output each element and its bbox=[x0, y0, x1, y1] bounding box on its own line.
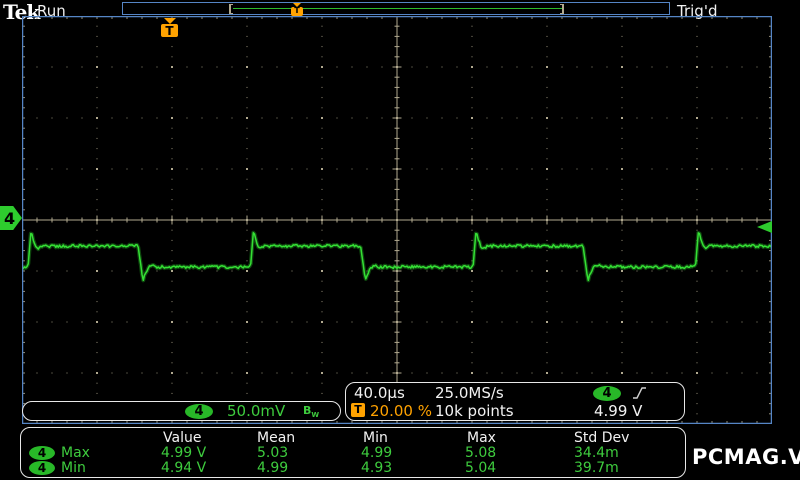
col-header-max: Max bbox=[467, 430, 496, 446]
meas-stddev: 39.7m bbox=[574, 460, 619, 476]
channel-number: 4 bbox=[194, 404, 204, 419]
record-length-value: 10k points bbox=[435, 402, 514, 420]
trigger-t-icon: T bbox=[161, 24, 178, 37]
channel-4-badge: 4 bbox=[185, 404, 213, 419]
trigger-position-marker: T bbox=[161, 18, 178, 37]
trigger-level-arrow-icon bbox=[757, 221, 772, 233]
measurement-table: Value Mean Min Max Std Dev 4 Max 4.99 V … bbox=[20, 427, 686, 478]
record-view-bar bbox=[122, 2, 670, 15]
timebase-value: 40.0µs bbox=[354, 384, 405, 402]
meas-row-channel-badge: 4 bbox=[29, 461, 55, 475]
trigger-source-badge: 4 bbox=[593, 386, 621, 401]
meas-value: 4.94 V bbox=[161, 460, 207, 476]
horizontal-trigger-readout: 40.0µs 25.0MS/s 4 T 20.00 % 10k points 4… bbox=[345, 382, 685, 421]
channel-number: 4 bbox=[37, 461, 47, 475]
channel-4-position-marker: 4 bbox=[0, 206, 22, 230]
meas-stddev: 34.4m bbox=[574, 445, 619, 461]
meas-min: 4.93 bbox=[361, 460, 393, 476]
window-bracket-left bbox=[229, 4, 233, 14]
meas-name: Max bbox=[61, 445, 90, 461]
col-header-stddev: Std Dev bbox=[574, 430, 630, 446]
meas-value: 4.99 V bbox=[161, 445, 207, 461]
col-header-min: Min bbox=[363, 430, 388, 446]
channel-4-label: 4 bbox=[4, 208, 16, 228]
graticule-waveform-plot bbox=[22, 16, 772, 424]
vertical-scale-value: 50.0mV bbox=[227, 402, 286, 420]
channel-number: 4 bbox=[37, 446, 47, 460]
sample-rate-value: 25.0MS/s bbox=[435, 384, 504, 402]
col-header-mean: Mean bbox=[257, 430, 296, 446]
meas-max: 5.08 bbox=[465, 445, 497, 461]
channel-scale-readout: 4 50.0mV BW bbox=[22, 401, 341, 421]
trigger-position-icon-bar: T bbox=[291, 3, 303, 16]
watermark: PCMAG.VN bbox=[692, 445, 800, 469]
bandwidth-limit-icon: BW bbox=[303, 404, 319, 419]
meas-min: 4.99 bbox=[361, 445, 393, 461]
bw-w: W bbox=[311, 411, 320, 420]
meas-name: Min bbox=[61, 460, 86, 476]
meas-max: 5.04 bbox=[465, 460, 497, 476]
meas-mean: 5.03 bbox=[257, 445, 289, 461]
meas-mean: 4.99 bbox=[257, 460, 289, 476]
trigger-t-icon: T bbox=[291, 7, 303, 16]
record-waveform-line bbox=[233, 8, 563, 9]
trigger-level-value: 4.99 V bbox=[594, 402, 643, 420]
window-bracket-right bbox=[560, 4, 564, 14]
trigger-source-channel: 4 bbox=[602, 386, 612, 401]
rising-edge-slope-icon bbox=[633, 387, 646, 399]
col-header-value: Value bbox=[163, 430, 202, 446]
trigger-position-value: 20.00 % bbox=[370, 402, 432, 420]
meas-row-channel-badge: 4 bbox=[29, 446, 55, 460]
trigger-t-icon: T bbox=[351, 403, 365, 417]
oscilloscope-screen: Tek Run T Trig'd T 4 4 50.0mV BW 40.0µs … bbox=[0, 0, 800, 480]
